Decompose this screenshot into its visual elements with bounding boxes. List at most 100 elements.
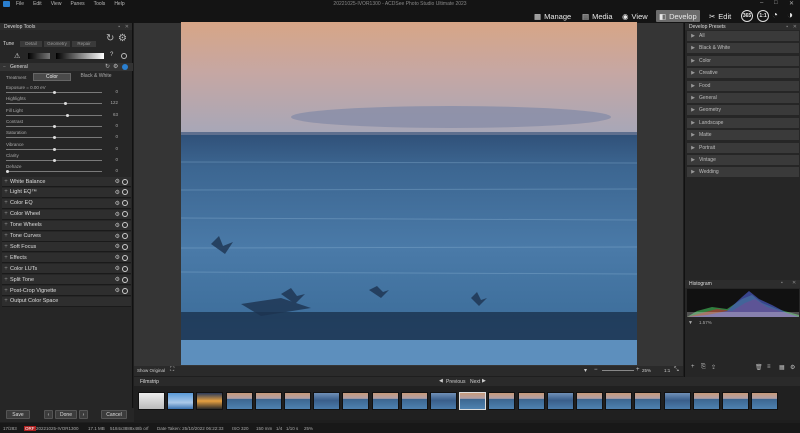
slider-knob[interactable] — [53, 147, 56, 151]
slider-track[interactable] — [6, 91, 102, 94]
tab-tune[interactable]: Tune — [3, 41, 14, 47]
slider-track[interactable] — [6, 102, 102, 106]
pin-icon[interactable]: ▪ — [118, 24, 120, 30]
filmstrip-thumbnail[interactable] — [138, 392, 165, 410]
delete-icon[interactable]: 🗑 — [755, 364, 763, 371]
fullscreen-icon[interactable]: ⛶ — [170, 367, 174, 374]
actual-size-button[interactable]: 1:1 — [664, 368, 670, 373]
section-gear-icon[interactable]: ⚙ — [115, 200, 120, 207]
filmstrip-thumbnail[interactable] — [313, 392, 341, 410]
section-toggle-icon[interactable] — [122, 287, 128, 294]
slider-knob[interactable] — [53, 124, 56, 128]
section-toggle-icon[interactable] — [122, 200, 128, 207]
next-button[interactable]: Next — [470, 379, 480, 385]
menu-panes[interactable]: Panes — [70, 1, 84, 7]
filmstrip-thumbnail[interactable] — [225, 392, 253, 410]
slider-value[interactable]: 63 — [104, 112, 118, 117]
preset-vintage[interactable]: ▶ Vintage — [687, 155, 799, 166]
filmstrip-thumbnail[interactable] — [167, 392, 195, 410]
slider-value[interactable]: 0 — [104, 134, 118, 139]
save-button[interactable]: Save — [6, 410, 30, 419]
preset-wedding[interactable]: ▶ Wedding — [687, 167, 799, 179]
slider-knob[interactable] — [53, 158, 56, 162]
section-soft-focus[interactable]: + Soft Focus ⚙ — [2, 242, 131, 253]
section-gear-icon[interactable]: ⚙ — [115, 276, 120, 283]
slider-knob[interactable] — [53, 91, 56, 94]
section-output-color-space[interactable]: + Output Color Space — [2, 296, 131, 307]
tab-geometry[interactable]: Geometry — [44, 41, 70, 47]
filmstrip-thumbnail[interactable] — [488, 392, 516, 410]
slider-value[interactable]: 0 — [104, 168, 118, 173]
general-gear-icon[interactable]: ⚙ — [113, 63, 118, 70]
section-effects[interactable]: + Effects ⚙ — [2, 253, 131, 264]
menu-help[interactable]: Help — [114, 1, 124, 7]
filmstrip-thumbnail[interactable] — [634, 392, 662, 410]
previous-button[interactable]: Previous — [446, 379, 465, 385]
histogram-close-icon[interactable]: ✕ — [792, 280, 796, 286]
filmstrip-thumbnail[interactable] — [663, 392, 691, 410]
next-arrow-icon[interactable]: ▶ — [482, 378, 486, 384]
preset-black-white[interactable]: ▶ Black & White — [687, 43, 799, 55]
treatment-color-button[interactable]: Color — [33, 73, 71, 81]
warning-icon[interactable]: ⚠ — [14, 52, 20, 60]
zoom-in-icon[interactable]: + — [636, 367, 640, 373]
mode-media[interactable]: ▤ Media — [582, 10, 613, 22]
section-toggle-icon[interactable] — [122, 211, 128, 218]
section-toggle-icon[interactable] — [122, 222, 128, 229]
slider-track[interactable] — [6, 158, 102, 162]
slider-value[interactable]: 122 — [104, 100, 118, 105]
slider-knob[interactable] — [6, 170, 9, 174]
zoom-out-icon[interactable]: − — [594, 367, 598, 373]
menu-edit[interactable]: Edit — [33, 1, 42, 7]
export-icon[interactable]: ⇪ — [711, 364, 716, 371]
treatment-bw-button[interactable]: Black & White — [76, 73, 116, 81]
zoom-dropdown-icon[interactable]: ▾ — [584, 367, 587, 374]
section-gear-icon[interactable]: ⚙ — [115, 243, 120, 250]
filmstrip-thumbnail[interactable] — [517, 392, 545, 410]
photo-preview[interactable] — [181, 22, 637, 365]
mode-365-icon[interactable]: 365 — [741, 10, 753, 22]
preset-all[interactable]: ▶ All — [687, 31, 799, 42]
web-icon[interactable]: ◑ — [787, 10, 793, 21]
help-icon[interactable]: ? — [110, 52, 113, 58]
presets-close-icon[interactable]: ✕ — [793, 24, 797, 30]
section-gear-icon[interactable]: ⚙ — [115, 189, 120, 196]
panel-close-icon[interactable]: ✕ — [125, 24, 129, 30]
slider-track[interactable] — [6, 113, 102, 117]
section-gear-icon[interactable]: ⚙ — [115, 211, 120, 218]
section-toggle-icon[interactable] — [122, 178, 128, 185]
preset-food[interactable]: ▶ Food — [687, 80, 799, 92]
fit-icon[interactable]: ⤡ — [674, 367, 679, 374]
section-color-luts[interactable]: + Color LUTs ⚙ — [2, 264, 131, 275]
section-color-wheel[interactable]: + Color Wheel ⚙ — [2, 209, 131, 220]
menu-tools[interactable]: Tools — [94, 1, 106, 7]
section-toggle-icon[interactable] — [122, 276, 128, 283]
section-light-eq[interactable]: + Light EQ™ ⚙ — [2, 187, 131, 198]
minimize-icon[interactable]: – — [760, 0, 763, 6]
slider-knob[interactable] — [64, 102, 68, 106]
section-toggle-icon[interactable] — [122, 189, 128, 196]
filmstrip-thumbnail[interactable] — [400, 392, 428, 410]
filmstrip-thumbnail[interactable] — [722, 392, 749, 410]
import-icon[interactable]: ⎘ — [701, 364, 706, 371]
slider-track[interactable] — [6, 136, 102, 140]
dashboard-icon[interactable]: ◔ — [772, 10, 778, 21]
filmstrip-thumbnail[interactable] — [751, 392, 779, 410]
tab-repair[interactable]: Repair — [72, 41, 96, 47]
section-gear-icon[interactable]: ⚙ — [115, 287, 120, 294]
preset-color[interactable]: ▶ Color — [687, 55, 799, 67]
mode-manage[interactable]: ▦ Manage — [534, 10, 571, 22]
options-icon[interactable] — [121, 53, 127, 59]
filmstrip-thumbnail[interactable] — [196, 392, 224, 410]
section-tone-curves[interactable]: + Tone Curves ⚙ — [2, 231, 131, 242]
filmstrip-thumbnail[interactable] — [459, 392, 487, 410]
menu-file[interactable]: File — [16, 1, 24, 7]
section-toggle-icon[interactable] — [122, 265, 128, 272]
section-gear-icon[interactable]: ⚙ — [115, 265, 120, 272]
section-toggle-icon[interactable] — [122, 233, 128, 239]
prev-image-button[interactable]: ‹ — [44, 410, 53, 419]
filmstrip-thumbnail[interactable] — [576, 392, 603, 410]
mode-edit[interactable]: ✂ Edit — [709, 10, 731, 22]
preset-matte[interactable]: ▶ Matte — [687, 130, 799, 142]
slider-track[interactable] — [6, 170, 102, 174]
